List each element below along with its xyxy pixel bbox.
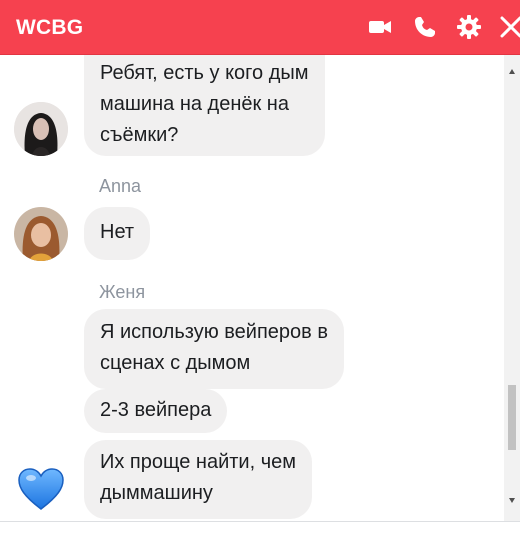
message-bubble: Я использую вейперов в сценах с дымом (84, 309, 344, 389)
video-camera-icon[interactable] (367, 14, 393, 40)
phone-icon[interactable] (412, 14, 438, 40)
scroll-down-icon[interactable] (509, 498, 515, 503)
scroll-up-icon[interactable] (509, 69, 515, 74)
message-bubble: Ребят, есть у кого дым машина на денёк н… (84, 55, 325, 156)
sender-name: Женя (99, 282, 146, 302)
avatar[interactable] (14, 102, 68, 156)
sender-name: Anna (99, 176, 142, 196)
message-bubble: 2-3 вейпера (84, 389, 228, 433)
scrollbar[interactable] (504, 55, 520, 522)
gear-icon[interactable] (456, 14, 482, 40)
chat-header: WCBG (0, 0, 520, 55)
message-bubble: Их проще найти, чем дыммашину (84, 440, 312, 519)
chat-title: WCBG (16, 16, 84, 39)
heart-icon (18, 468, 64, 510)
message-list: Ребят, есть у кого дым машина на денёк н… (0, 55, 504, 522)
close-icon[interactable] (498, 14, 520, 40)
scrollbar-thumb[interactable] (508, 385, 516, 450)
avatar[interactable] (14, 207, 68, 261)
message-bubble: Нет (84, 207, 151, 260)
composer-area[interactable] (0, 521, 520, 535)
